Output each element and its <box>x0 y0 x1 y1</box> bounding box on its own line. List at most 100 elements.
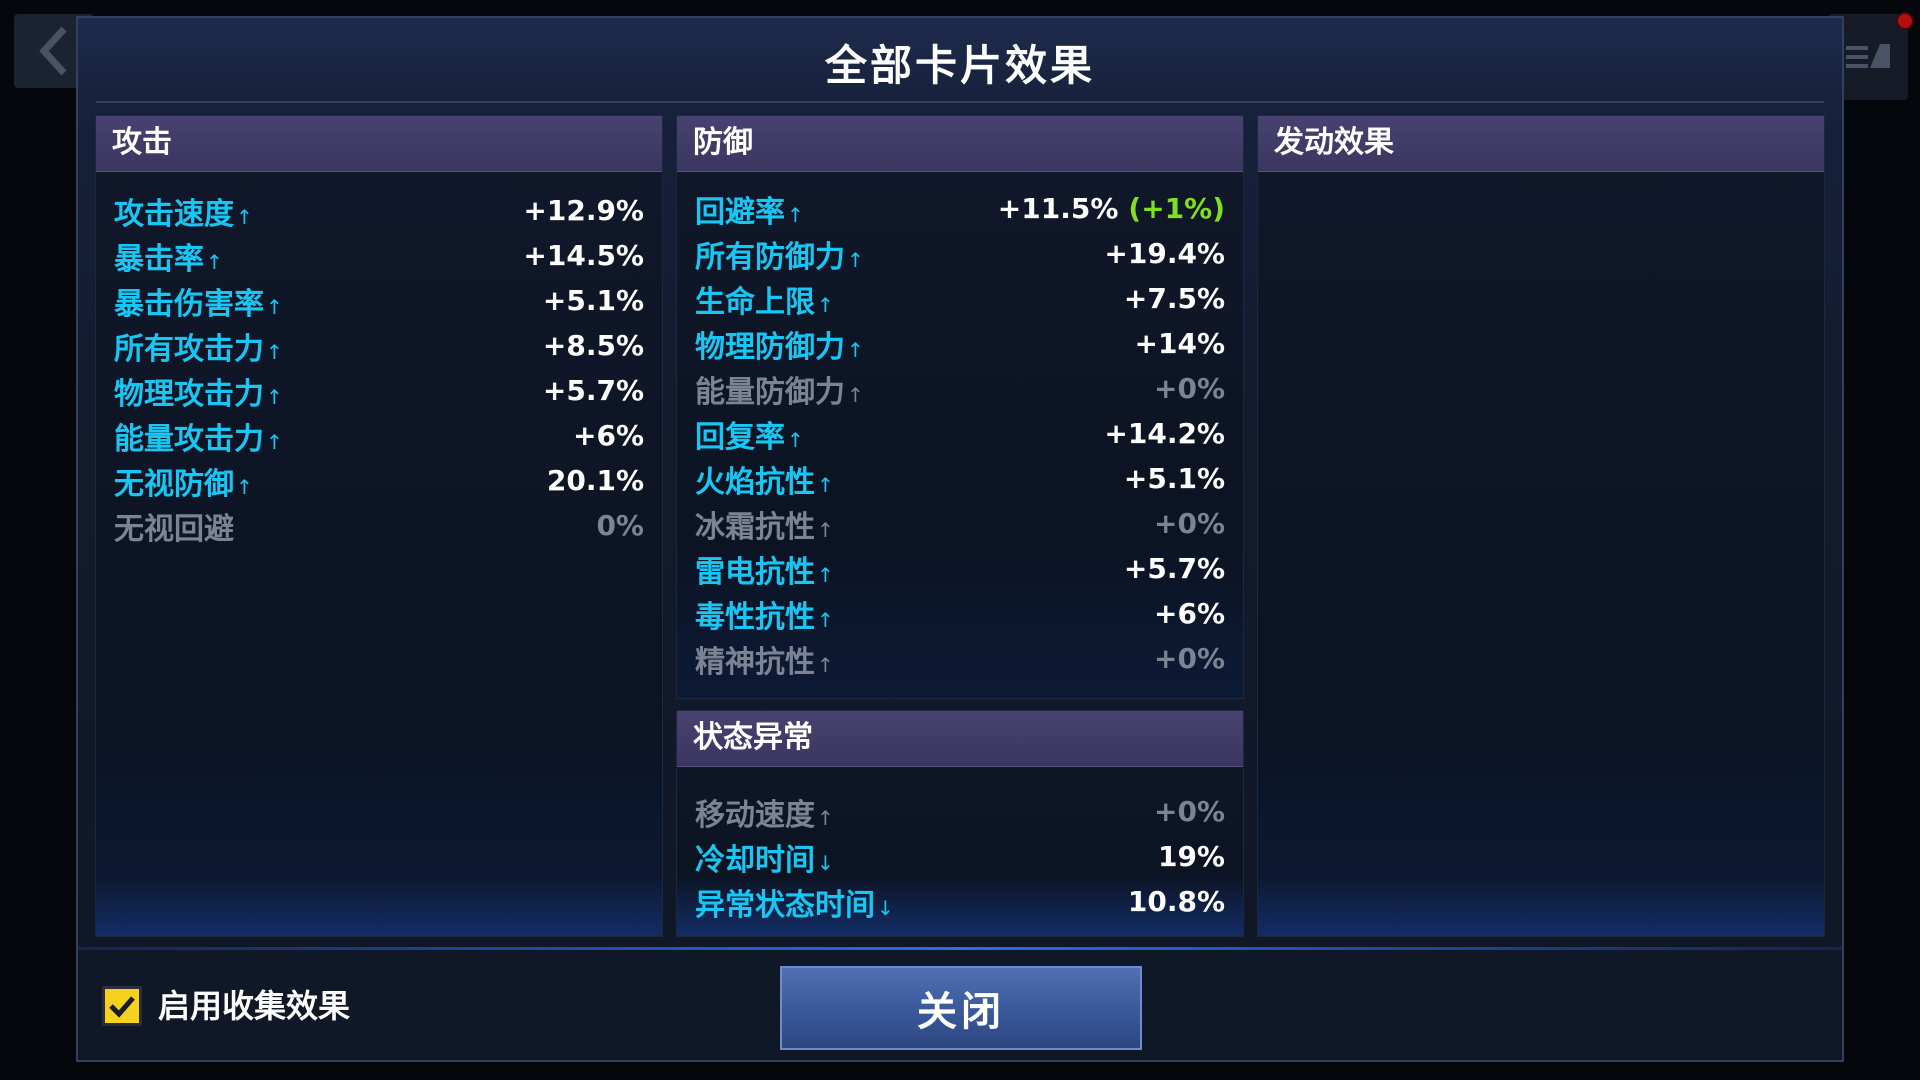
stat-label-text: 物理防御力 <box>695 329 845 365</box>
attack-panel: 攻击 攻击速度 ↑ +12.9% 暴击率 ↑ +14.5% 暴击伤害率 ↑ +5.1% 所有攻击力… <box>95 115 663 937</box>
stat-label: 雷电抗性 ↑ <box>695 547 834 591</box>
stat-value: +5.7% <box>543 374 644 407</box>
stat-label: 精神抗性 ↑ <box>695 637 834 681</box>
stat-value-text: +14.2% <box>1104 417 1225 450</box>
stat-label: 冷却时间 ↓ <box>695 835 834 879</box>
stat-value-text: +19.4% <box>1104 237 1225 270</box>
stat-label: 异常状态时间 ↓ <box>695 880 894 924</box>
stat-value-text: 0% <box>596 509 644 542</box>
stat-label-text: 火焰抗性 <box>695 464 815 500</box>
arrow-down-icon: ↓ <box>877 895 894 920</box>
stat-label-text: 能量攻击力 <box>114 421 264 457</box>
stat-label: 物理防御力 ↑ <box>695 322 864 366</box>
arrow-up-icon: ↑ <box>787 202 804 227</box>
arrow-up-icon: ↑ <box>817 652 834 677</box>
stat-label: 冰霜抗性 ↑ <box>695 502 834 546</box>
stat-label-text: 回避率 <box>695 194 785 230</box>
stat-value-text: 20.1% <box>546 464 644 497</box>
footer-divider <box>78 947 1842 950</box>
dialog-title: 全部卡片效果 <box>824 41 1095 90</box>
stat-label-text: 暴击率 <box>114 241 204 277</box>
stat-value-text: +0% <box>1154 795 1225 828</box>
stat-label-text: 冰霜抗性 <box>695 509 815 545</box>
stat-value: +7.5% <box>1124 282 1225 315</box>
stat-row: 物理攻击力 ↑ +5.7% <box>114 368 644 413</box>
arrow-up-icon: ↑ <box>817 292 834 317</box>
arrow-up-icon: ↑ <box>236 474 253 499</box>
menu-icon <box>1846 44 1890 68</box>
stat-value: 20.1% <box>547 464 644 497</box>
status-panel-header: 状态异常 <box>677 711 1243 767</box>
stat-row: 无视回避 0% <box>114 503 644 548</box>
stat-label: 移动速度 ↑ <box>695 790 834 834</box>
stat-label: 能量防御力 ↑ <box>695 367 864 411</box>
stat-label-text: 异常状态时间 <box>695 887 875 923</box>
stat-label-text: 精神抗性 <box>695 644 815 680</box>
arrow-up-icon: ↑ <box>266 294 283 319</box>
arrow-up-icon: ↑ <box>817 472 834 497</box>
stat-label: 所有防御力 ↑ <box>695 232 864 276</box>
stat-label-text: 所有攻击力 <box>114 331 264 367</box>
stat-value-text: +7.5% <box>1123 282 1225 315</box>
stat-label-text: 所有防御力 <box>695 239 845 275</box>
stat-row: 异常状态时间 ↓ 10.8% <box>695 879 1225 924</box>
activation-panel-header: 发动效果 <box>1258 116 1824 172</box>
enable-collection-checkbox[interactable] <box>102 986 142 1026</box>
stat-value-text: +6% <box>573 419 644 452</box>
arrow-up-icon: ↑ <box>847 382 864 407</box>
status-panel: 状态异常 移动速度 ↑ +0% 冷却时间 ↓ 19% 异常状态时间 ↓ 10.8% <box>676 710 1244 937</box>
close-button[interactable]: 关闭 <box>780 966 1142 1050</box>
stat-value-text: +5.7% <box>1123 552 1225 585</box>
stat-label-text: 生命上限 <box>695 284 815 320</box>
stat-value-text: +8.5% <box>542 329 644 362</box>
stat-value: +12.9% <box>523 194 644 227</box>
arrow-up-icon: ↑ <box>847 337 864 362</box>
activation-panel: 发动效果 <box>1257 115 1825 937</box>
stat-value: +0% <box>1154 642 1225 675</box>
stat-value: +5.1% <box>543 284 644 317</box>
arrow-up-icon: ↑ <box>817 805 834 830</box>
stat-row: 能量防御力 ↑ +0% <box>695 366 1225 411</box>
stat-row: 物理防御力 ↑ +14% <box>695 321 1225 366</box>
stat-row: 雷电抗性 ↑ +5.7% <box>695 546 1225 591</box>
stat-value-text: 19% <box>1157 840 1225 873</box>
stat-label-text: 攻击速度 <box>114 196 234 232</box>
stat-label: 物理攻击力 ↑ <box>114 369 283 413</box>
enable-collection-label[interactable]: 启用收集效果 <box>158 984 350 1028</box>
stat-value: +5.1% <box>1124 462 1225 495</box>
arrow-up-icon: ↑ <box>817 562 834 587</box>
stat-value: +6% <box>1154 597 1225 630</box>
stat-value: +11.5% (+1%) <box>998 192 1225 225</box>
stat-value-text: +11.5% <box>997 192 1119 225</box>
stat-label: 无视回避 <box>114 504 234 548</box>
stat-label-text: 雷电抗性 <box>695 554 815 590</box>
stat-value: +0% <box>1154 795 1225 828</box>
stat-row: 能量攻击力 ↑ +6% <box>114 413 644 458</box>
defense-panel-header: 防御 <box>677 116 1243 172</box>
stat-value-text: +14% <box>1134 327 1225 360</box>
stat-row: 所有防御力 ↑ +19.4% <box>695 231 1225 276</box>
stat-label: 火焰抗性 ↑ <box>695 457 834 501</box>
stat-value-text: +0% <box>1154 642 1225 675</box>
stat-value: +0% <box>1154 507 1225 540</box>
stat-value: +14% <box>1135 327 1225 360</box>
stat-label-text: 冷却时间 <box>695 842 815 878</box>
stat-label: 回避率 ↑ <box>695 187 804 231</box>
defense-panel: 防御 回避率 ↑ +11.5% (+1%) 所有防御力 ↑ +19.4% 生命上限 ↑ +7.5%… <box>676 115 1244 699</box>
stat-row: 所有攻击力 ↑ +8.5% <box>114 323 644 368</box>
stat-label-text: 暴击伤害率 <box>114 286 264 322</box>
stat-label: 暴击率 ↑ <box>114 234 223 278</box>
stat-label: 攻击速度 ↑ <box>114 189 253 233</box>
stat-value-text: +12.9% <box>523 194 644 227</box>
stat-value: 10.8% <box>1128 885 1225 918</box>
stat-value: +5.7% <box>1124 552 1225 585</box>
notification-dot <box>1896 12 1914 30</box>
stat-value: +8.5% <box>543 329 644 362</box>
stat-value-text: 10.8% <box>1127 885 1225 918</box>
stat-label: 毒性抗性 ↑ <box>695 592 834 636</box>
arrow-up-icon: ↑ <box>817 607 834 632</box>
stat-value: +6% <box>573 419 644 452</box>
stat-label: 能量攻击力 ↑ <box>114 414 283 458</box>
stat-label-text: 移动速度 <box>695 797 815 833</box>
stat-label: 暴击伤害率 ↑ <box>114 279 283 323</box>
